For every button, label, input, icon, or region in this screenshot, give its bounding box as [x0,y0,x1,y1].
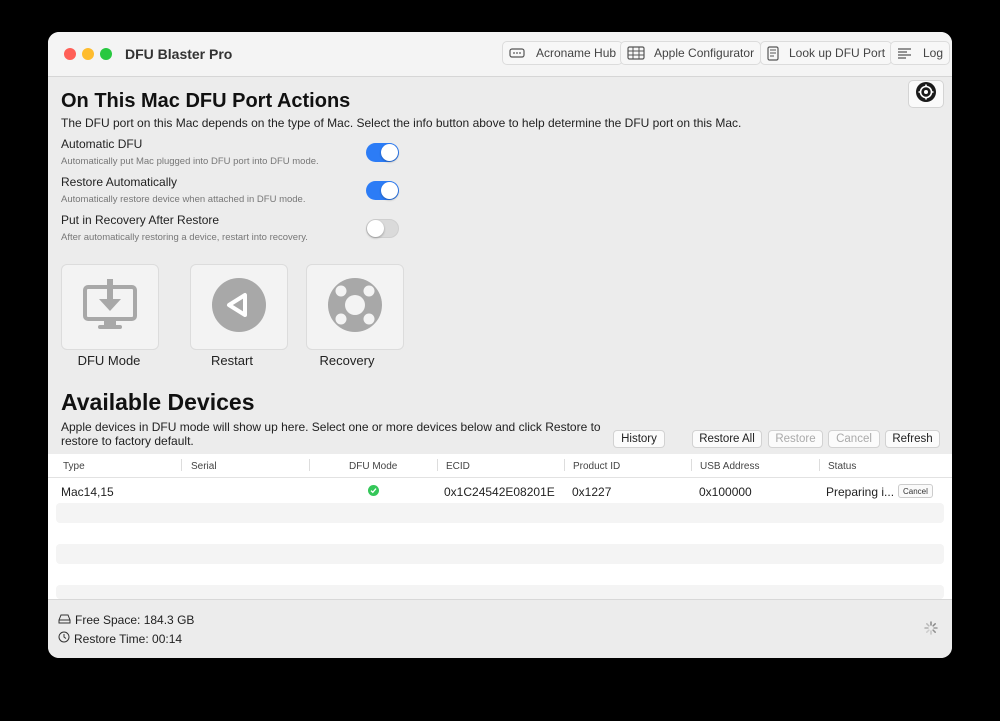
restart-label: Restart [211,353,253,368]
configurator-icon [627,46,645,60]
automatic-dfu-title: Automatic DFU [61,137,143,151]
refresh-button[interactable]: Refresh [885,430,940,448]
device-usb-address: 0x100000 [699,485,752,499]
recovery-after-restore-title: Put in Recovery After Restore [61,213,220,227]
free-space: Free Space: 184.3 GB [58,613,194,627]
table-header: Type Serial DFU Mode ECID Product ID USB… [48,454,952,478]
list-icon [897,47,912,60]
acroname-hub-label: Acroname Hub [536,46,617,60]
column-header-usb-address[interactable]: USB Address [700,461,759,472]
column-divider [437,459,438,471]
dfu-mode-button[interactable] [61,264,159,350]
restore-time: Restore Time: 00:14 [58,631,182,646]
restore-time-text: Restore Time: 00:14 [74,631,183,646]
toggle-knob [381,182,398,199]
device-type: Mac14,15 [61,485,114,499]
devices-description-line2: restore to factory default. [61,434,194,448]
lookup-dfu-port-label: Look up DFU Port [789,46,886,60]
cancel-button[interactable]: Cancel [828,430,880,448]
free-space-text: Free Space: 184.3 GB [75,613,195,627]
clock-icon [58,631,70,646]
column-divider [564,459,565,471]
devices-description-line1: Apple devices in DFU mode will show up h… [61,420,601,434]
gear-icon [915,81,937,108]
column-header-dfu-mode[interactable]: DFU Mode [349,461,397,472]
window-title: DFU Blaster Pro [125,46,233,62]
column-header-product-id[interactable]: Product ID [573,461,620,472]
acroname-hub-button[interactable]: Acroname Hub [502,41,624,65]
restore-all-button[interactable]: Restore All [692,430,762,448]
column-divider [691,459,692,471]
log-button[interactable]: Log [890,41,951,65]
log-label: Log [923,46,944,60]
row-cancel-button[interactable]: Cancel [898,484,933,498]
empty-row-stripe [56,544,944,564]
empty-row-stripe [56,585,944,599]
devices-table: Type Serial DFU Mode ECID Product ID USB… [48,454,952,599]
device-product-id: 0x1227 [572,485,612,499]
apple-configurator-button[interactable]: Apple Configurator [620,41,762,65]
drive-icon [58,613,71,627]
column-divider [309,459,310,471]
app-window: DFU Blaster Pro Acroname Hub Apple Confi… [48,32,952,658]
port-actions-description: The DFU port on this Mac depends on the … [61,116,742,130]
column-divider [819,459,820,471]
dfu-port-info-button[interactable] [908,80,944,108]
toggle-knob [381,144,398,161]
device-ecid: 0x1C24542E08201E [444,485,555,499]
restore-automatically-subtitle: Automatically restore device when attach… [61,194,306,205]
empty-row-stripe [56,503,944,523]
table-row[interactable]: Mac14,15 0x1C24542E08201E 0x1227 0x10000… [48,478,952,502]
column-header-type[interactable]: Type [63,461,85,472]
title-bar: DFU Blaster Pro Acroname Hub Apple Confi… [48,32,952,77]
apple-configurator-label: Apple Configurator [654,46,755,60]
dfu-mode-label: DFU Mode [77,353,141,368]
book-icon [767,45,779,61]
available-devices-heading: Available Devices [61,389,255,415]
lookup-dfu-port-button[interactable]: Look up DFU Port [760,41,893,65]
restart-icon [211,277,267,338]
recovery-label: Recovery [319,353,375,368]
device-status: Preparing i... [826,485,895,499]
activity-spinner-icon [924,621,938,640]
restart-button[interactable] [190,264,288,350]
recovery-after-restore-toggle[interactable] [366,219,399,238]
column-header-status[interactable]: Status [828,461,856,472]
status-footer: Free Space: 184.3 GB Restore Time: 00:14 [48,599,952,658]
usb-hub-icon [509,47,525,59]
restore-button[interactable]: Restore [768,430,823,448]
restore-automatically-toggle[interactable] [366,181,399,200]
column-header-ecid[interactable]: ECID [446,461,470,472]
dfu-mode-check-icon [368,485,379,496]
column-header-serial[interactable]: Serial [191,461,217,472]
automatic-dfu-toggle[interactable] [366,143,399,162]
zoom-window-button[interactable] [100,48,112,60]
restore-automatically-title: Restore Automatically [61,175,178,189]
dfu-mode-icon [82,277,138,338]
recovery-button[interactable] [306,264,404,350]
port-actions-heading: On This Mac DFU Port Actions [61,90,351,112]
recovery-after-restore-subtitle: After automatically restoring a device, … [61,232,308,243]
column-divider [181,459,182,471]
history-button[interactable]: History [613,430,665,448]
close-window-button[interactable] [64,48,76,60]
recovery-icon [327,277,383,338]
automatic-dfu-subtitle: Automatically put Mac plugged into DFU p… [61,156,319,167]
toggle-knob [367,220,384,237]
minimize-window-button[interactable] [82,48,94,60]
